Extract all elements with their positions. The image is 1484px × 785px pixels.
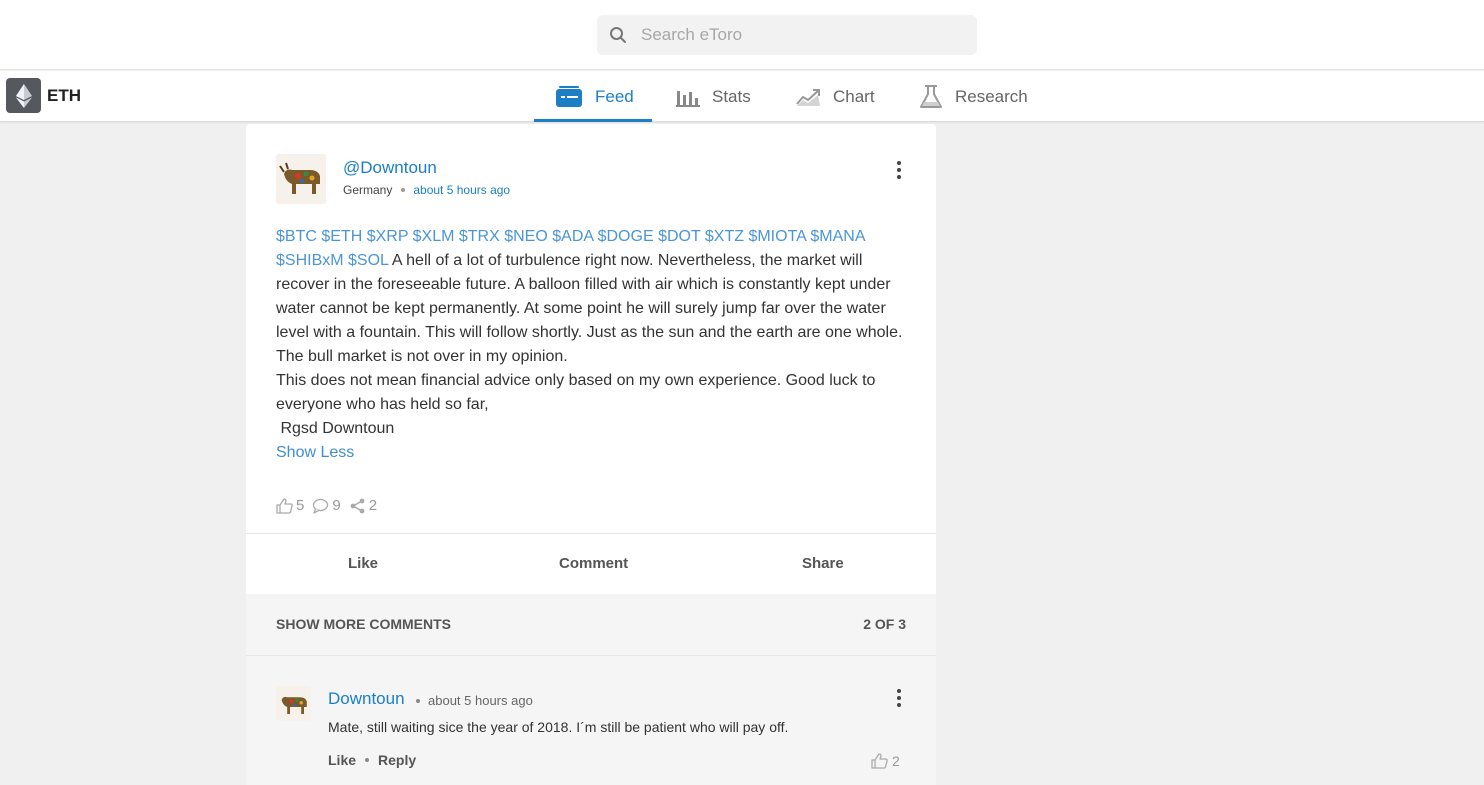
post-author-link[interactable]: @Downtoun xyxy=(343,158,437,178)
tab-label: Chart xyxy=(833,86,875,106)
tab-research[interactable]: Research xyxy=(919,71,1028,122)
post-country: Germany xyxy=(343,183,393,197)
tab-label: Feed xyxy=(595,86,634,106)
separator-dot xyxy=(401,188,406,192)
search-box[interactable] xyxy=(597,15,977,55)
tab-label: Stats xyxy=(712,86,751,106)
thumbs-up-icon xyxy=(871,753,888,769)
show-more-comments-label[interactable]: SHOW MORE COMMENTS xyxy=(276,616,451,632)
comment-avatar[interactable] xyxy=(276,686,311,721)
post-paragraph-1: $BTC $ETH $XRP $XLM $TRX $NEO $ADA $DOGE… xyxy=(276,225,906,369)
show-more-comments-bar[interactable]: SHOW MORE COMMENTS 2 OF 3 xyxy=(246,594,936,656)
comment-like-button[interactable]: Like xyxy=(328,752,356,768)
separator-dot xyxy=(416,698,420,703)
top-bar xyxy=(0,0,1484,70)
comment-bubble-icon xyxy=(313,498,329,514)
comment-timestamp[interactable]: about 5 hours ago xyxy=(428,693,533,708)
comment-item: Downtoun about 5 hours ago Mate, still w… xyxy=(246,656,936,785)
comment-author-link[interactable]: Downtoun xyxy=(328,689,405,709)
post-paragraph-3: Rgsd Downtoun xyxy=(276,420,395,437)
post-body: $BTC $ETH $XRP $XLM $TRX $NEO $ADA $DOGE… xyxy=(276,225,906,465)
line-chart-icon xyxy=(796,88,820,106)
post-timestamp[interactable]: about 5 hours ago xyxy=(413,183,510,197)
tab-label: Research xyxy=(955,86,1028,106)
comment-more-options-icon[interactable] xyxy=(896,689,902,707)
post-paragraph-2: This does not mean financial advice only… xyxy=(276,372,876,413)
tab-feed[interactable]: Feed xyxy=(555,71,634,122)
comments-count[interactable]: 9 xyxy=(312,497,341,514)
post-actions: Like Comment Share xyxy=(246,533,936,594)
tab-stats[interactable]: Stats xyxy=(676,71,751,122)
likes-value: 5 xyxy=(296,497,305,514)
comment-reply-button[interactable]: Reply xyxy=(378,752,416,768)
post-stats: 5 9 2 xyxy=(276,497,385,514)
comments-counter: 2 OF 3 xyxy=(863,616,906,632)
search-input[interactable] xyxy=(641,15,961,55)
instrument-header[interactable]: ETH xyxy=(6,78,81,113)
comment-likes-value: 2 xyxy=(892,753,900,769)
search-icon xyxy=(610,27,626,43)
feed-icon xyxy=(556,85,582,107)
comment-meta: about 5 hours ago xyxy=(416,693,533,708)
instrument-symbol: ETH xyxy=(47,85,81,105)
shares-count[interactable]: 2 xyxy=(349,497,377,514)
ethereum-logo-icon xyxy=(6,78,41,113)
bar-chart-icon xyxy=(676,90,700,107)
bull-avatar-icon xyxy=(276,686,311,721)
post-more-options-icon[interactable] xyxy=(896,161,902,179)
comments-value: 9 xyxy=(332,497,341,514)
share-button[interactable]: Share xyxy=(802,555,844,572)
tab-chart[interactable]: Chart xyxy=(796,71,875,122)
comment-actions: Like Reply xyxy=(328,752,416,768)
likes-count[interactable]: 5 xyxy=(276,497,304,514)
post-meta: Germany about 5 hours ago xyxy=(343,183,510,197)
avatar[interactable] xyxy=(276,154,326,204)
comment-text: Mate, still waiting sice the year of 201… xyxy=(328,719,789,735)
instrument-nav: ETH Feed Stats Chart Research xyxy=(0,71,1484,122)
active-tab-indicator xyxy=(534,119,652,122)
comment-button[interactable]: Comment xyxy=(559,555,628,572)
bull-avatar-icon xyxy=(276,154,326,204)
flask-icon xyxy=(920,84,942,108)
show-less-link[interactable]: Show Less xyxy=(276,441,906,465)
separator-dot xyxy=(365,758,370,762)
share-icon xyxy=(350,498,365,513)
shares-value: 2 xyxy=(368,497,378,514)
comment-likes-count[interactable]: 2 xyxy=(871,753,900,769)
like-button[interactable]: Like xyxy=(348,555,378,572)
post-card: @Downtoun Germany about 5 hours ago $BTC… xyxy=(246,124,936,594)
thumbs-up-icon xyxy=(276,497,293,514)
